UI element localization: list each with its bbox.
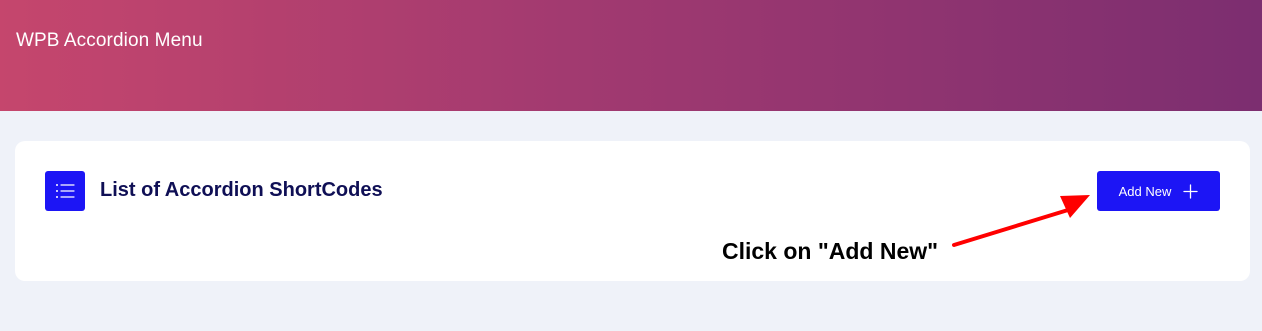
page-title: WPB Accordion Menu [16, 30, 203, 51]
add-new-button[interactable]: Add New [1097, 171, 1220, 211]
list-icon-glyph [56, 184, 75, 198]
plus-icon [1183, 183, 1199, 199]
add-new-button-label: Add New [1118, 183, 1172, 199]
annotation-arrow-icon [952, 195, 1090, 247]
card-title: List of Accordion ShortCodes [100, 179, 383, 201]
list-icon [45, 171, 85, 211]
page: WPB Accordion Menu List of Accordion Sho… [0, 0, 1262, 331]
annotation-text: Click on "Add New" [722, 238, 939, 264]
page-header: WPB Accordion Menu [0, 0, 1262, 111]
